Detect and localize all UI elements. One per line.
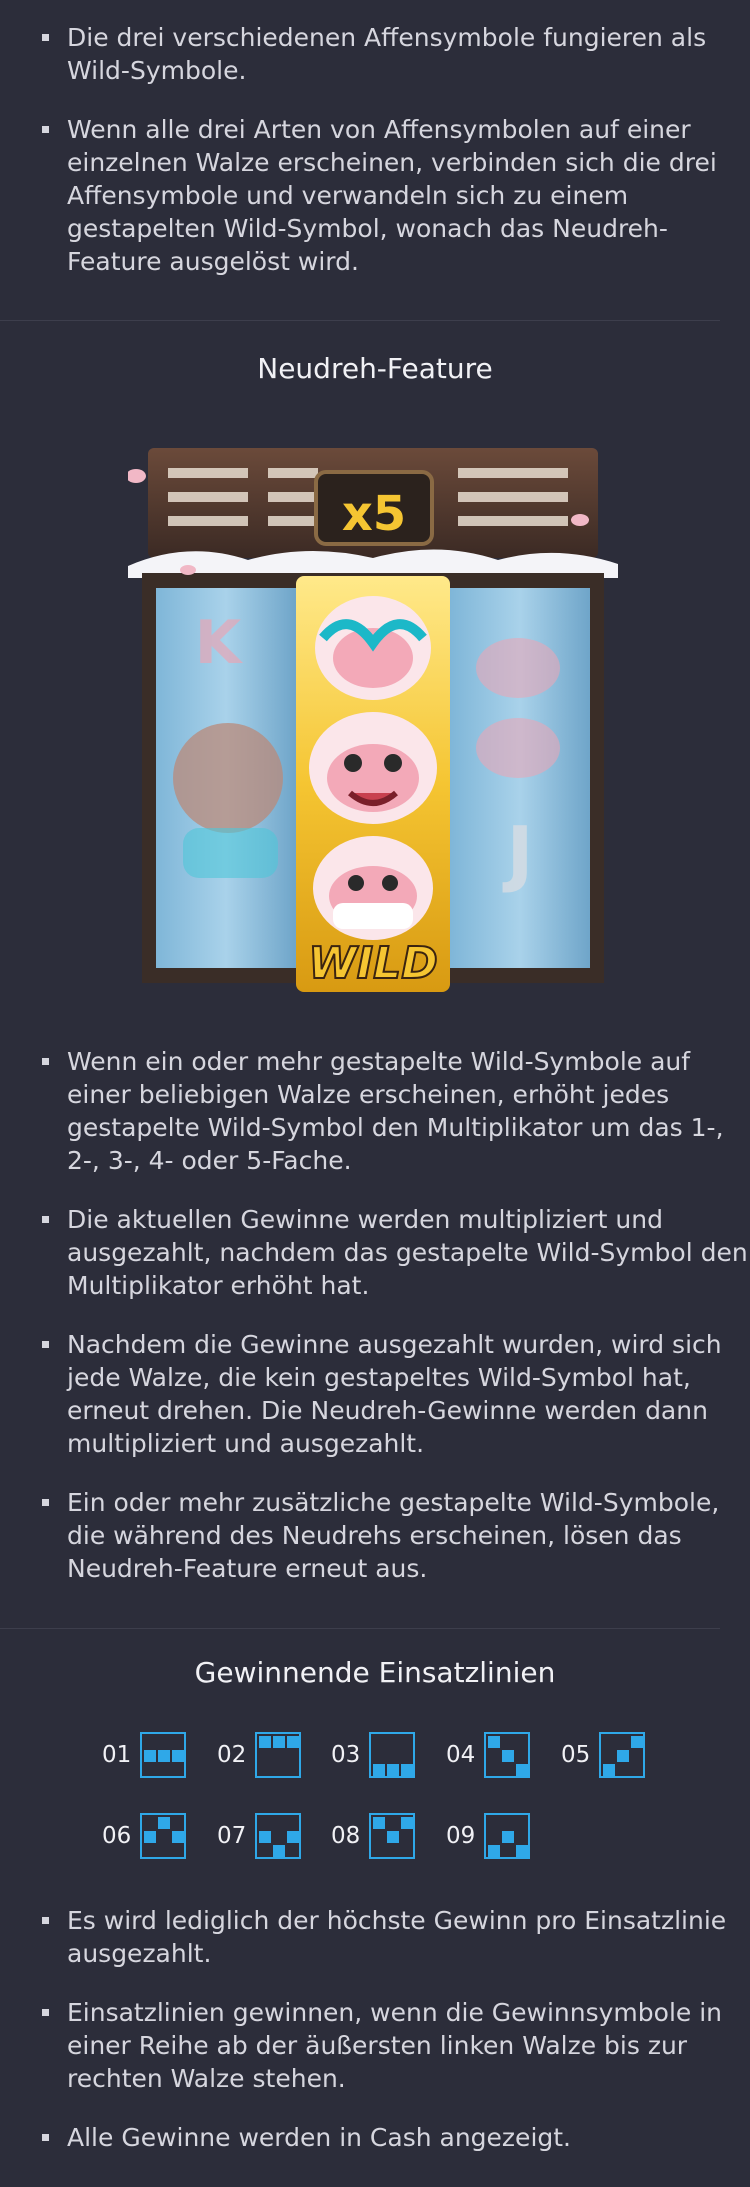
payline-cell <box>158 1750 170 1762</box>
payline-number: 09 <box>446 1823 476 1849</box>
payline-cell <box>158 1817 170 1829</box>
list-item: Die drei verschiedenen Affensymbole fung… <box>0 21 750 87</box>
payline-rules-list: Es wird lediglich der höchste Gewinn pro… <box>0 1904 750 2180</box>
payline-pattern-icon <box>255 1813 301 1859</box>
payline-pattern-icon <box>140 1732 186 1778</box>
section-divider <box>0 1628 720 1629</box>
payline-cell <box>144 1831 156 1843</box>
payline-item: 07 <box>217 1813 301 1859</box>
payline-cell <box>259 1831 271 1843</box>
reel-symbol-k: K <box>195 608 244 678</box>
payline-item: 03 <box>331 1732 415 1778</box>
list-item: Alle Gewinne werden in Cash angezeigt. <box>0 2121 750 2154</box>
payline-pattern-icon <box>484 1813 530 1859</box>
payline-cell <box>631 1736 643 1748</box>
section-divider <box>0 320 720 321</box>
wild-label: WILD <box>308 938 437 989</box>
payline-cell <box>373 1817 385 1829</box>
payline-cell <box>401 1764 413 1776</box>
payline-cell <box>373 1764 385 1776</box>
wild-rules-list: Die drei verschiedenen Affensymbole fung… <box>0 21 750 304</box>
payline-number: 01 <box>102 1742 132 1768</box>
list-item: Nachdem die Gewinne ausgezahlt wurden, w… <box>0 1328 750 1460</box>
payline-cell <box>603 1764 615 1776</box>
payline-item: 05 <box>561 1732 645 1778</box>
payline-cell <box>287 1831 299 1843</box>
payline-item: 02 <box>217 1732 301 1778</box>
payline-number: 06 <box>102 1823 132 1849</box>
payline-number: 02 <box>217 1742 247 1768</box>
payline-cell <box>488 1736 500 1748</box>
payline-item: 06 <box>102 1813 186 1859</box>
payline-number: 03 <box>331 1742 361 1768</box>
payline-cell <box>259 1736 271 1748</box>
payline-cell <box>401 1817 413 1829</box>
reel-symbol-j: J <box>502 811 534 895</box>
payline-pattern-icon <box>140 1813 186 1859</box>
payline-pattern-icon <box>369 1813 415 1859</box>
list-item: Wenn ein oder mehr gestapelte Wild-Symbo… <box>0 1045 750 1177</box>
payline-cell <box>516 1845 528 1857</box>
respin-feature-title: Neudreh-Feature <box>257 352 493 385</box>
payline-cell <box>144 1750 156 1762</box>
payline-number: 07 <box>217 1823 247 1849</box>
respin-rules-list: Wenn ein oder mehr gestapelte Wild-Symbo… <box>0 1045 750 1611</box>
payline-item: 04 <box>446 1732 530 1778</box>
payline-pattern-icon <box>369 1732 415 1778</box>
list-item: Es wird lediglich der höchste Gewinn pro… <box>0 1904 750 1970</box>
list-item: Ein oder mehr zusätzliche gestapelte Wil… <box>0 1486 750 1585</box>
respin-feature-image: x5 K J WILD <box>128 448 618 992</box>
payline-pattern-icon <box>255 1732 301 1778</box>
payline-cell <box>502 1750 514 1762</box>
payline-cell <box>172 1831 184 1843</box>
payline-cell <box>273 1845 285 1857</box>
list-item: Die aktuellen Gewinne werden multiplizie… <box>0 1203 750 1302</box>
list-item: Einsatzlinien gewinnen, wenn die Gewinns… <box>0 1996 750 2095</box>
payline-cell <box>516 1764 528 1776</box>
payline-cell <box>387 1831 399 1843</box>
payline-cell <box>617 1750 629 1762</box>
payline-cell <box>273 1736 285 1748</box>
multiplier-badge: x5 <box>342 486 406 542</box>
paylines-title: Gewinnende Einsatzlinien <box>194 1656 556 1689</box>
payline-item: 01 <box>102 1732 186 1778</box>
list-item: Wenn alle drei Arten von Affensymbolen a… <box>0 113 750 278</box>
payline-cell <box>387 1764 399 1776</box>
payline-cell <box>172 1750 184 1762</box>
payline-item: 09 <box>446 1813 530 1859</box>
payline-number: 05 <box>561 1742 591 1768</box>
payline-item: 08 <box>331 1813 415 1859</box>
payline-cell <box>287 1736 299 1748</box>
payline-pattern-icon <box>599 1732 645 1778</box>
payline-cell <box>488 1845 500 1857</box>
payline-cell <box>502 1831 514 1843</box>
payline-number: 04 <box>446 1742 476 1768</box>
payline-pattern-icon <box>484 1732 530 1778</box>
payline-number: 08 <box>331 1823 361 1849</box>
